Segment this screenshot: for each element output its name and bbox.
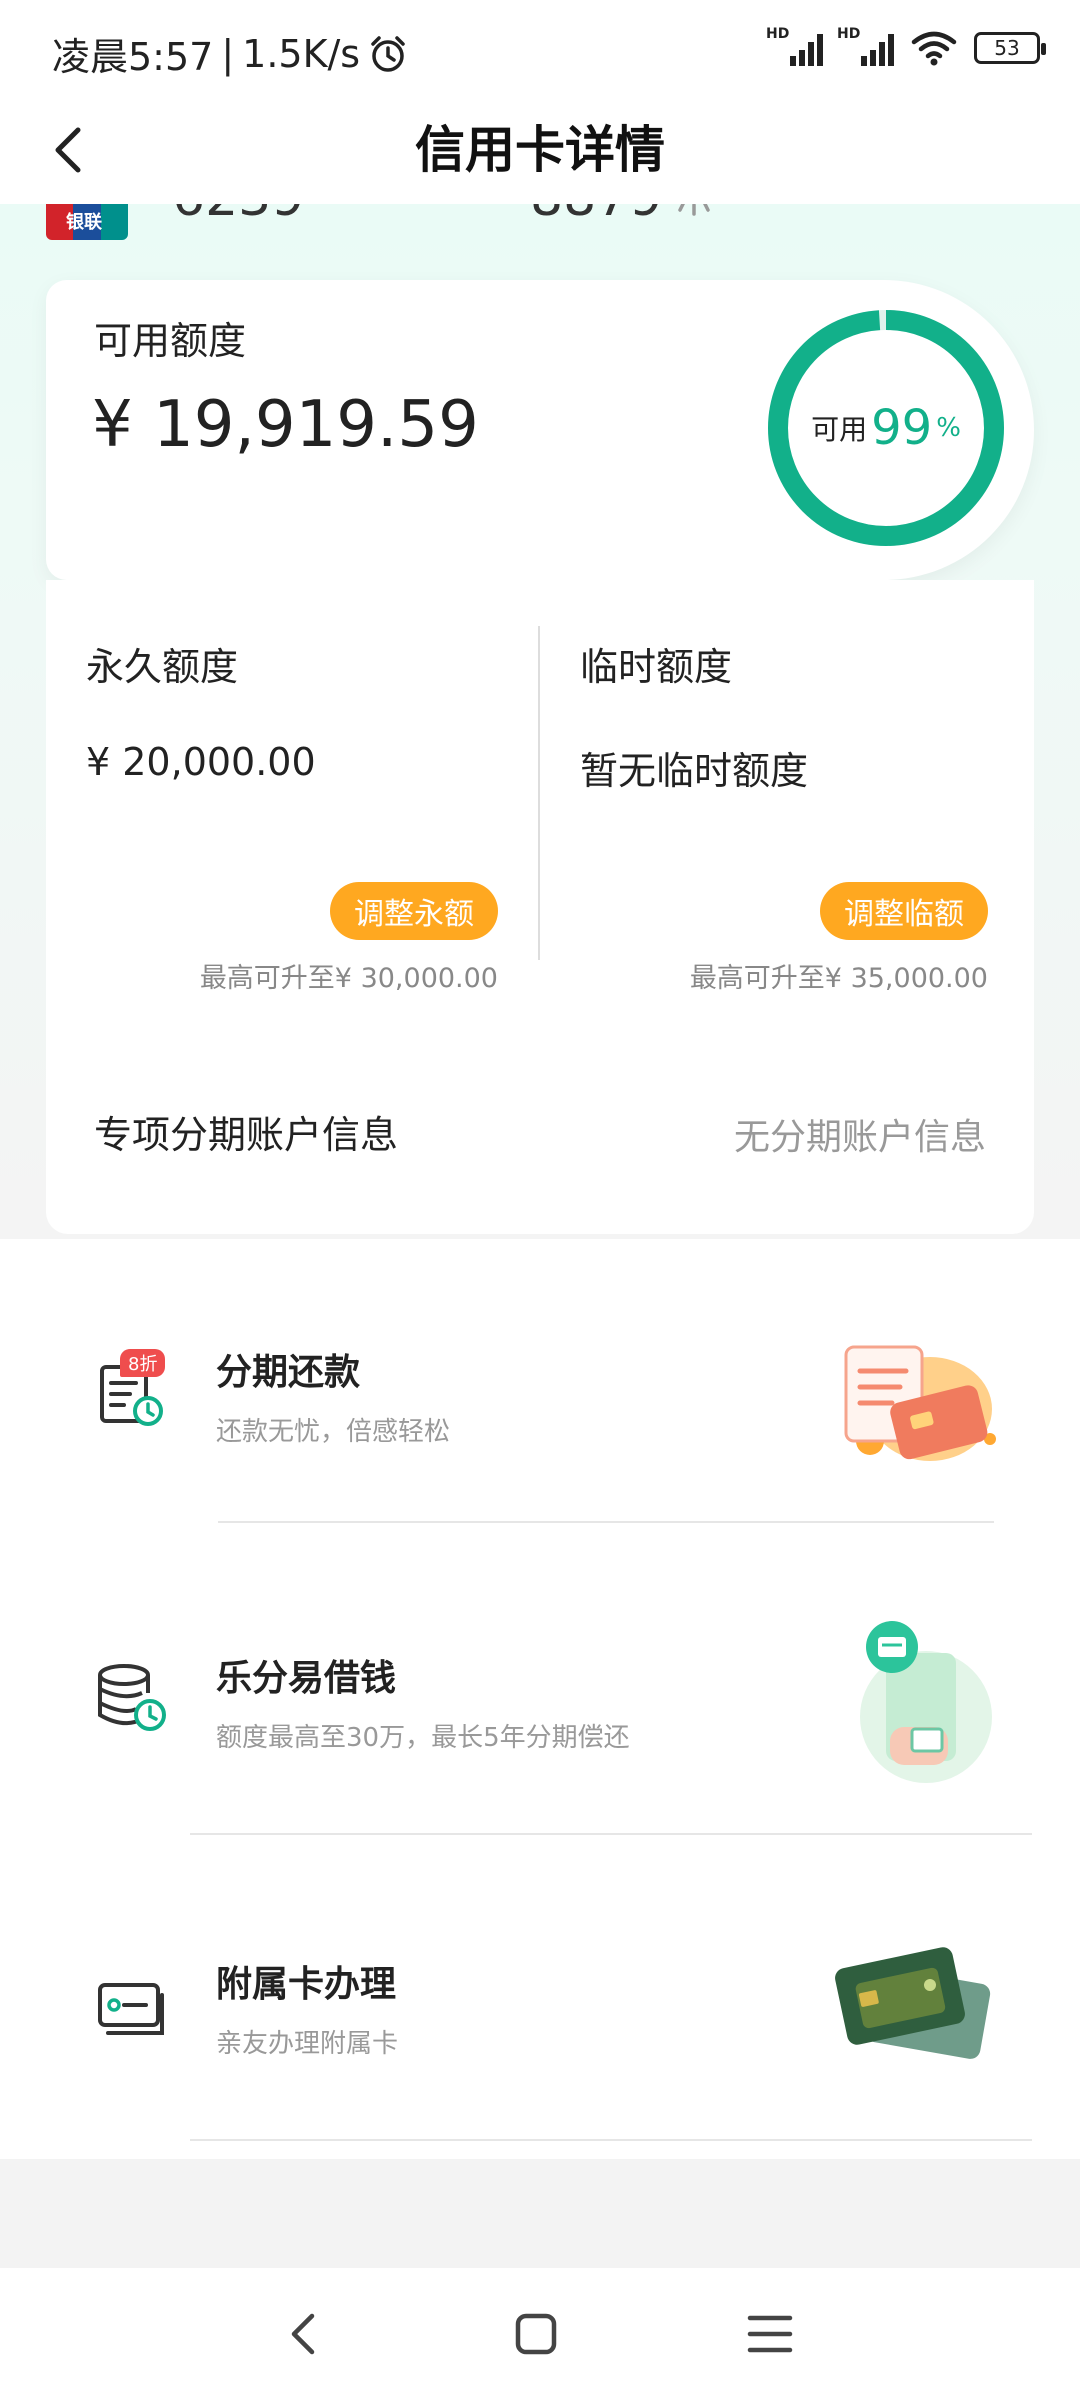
discount-badge: 8折 (120, 1349, 166, 1377)
bill-clock-icon: 8折 (96, 1349, 170, 1431)
credit-summary-area: 银联 6239 8879 可用额度 ¥ 19,919.59 可用 99 % 永久… (0, 204, 1080, 1239)
installment-account-row[interactable]: 专项分期账户信息 无分期账户信息 (46, 1064, 1034, 1202)
adjust-temporary-limit-button[interactable]: 调整临额 (820, 882, 988, 940)
installment-account-title: 专项分期账户信息 (94, 1113, 399, 1157)
card-info-strip: 银联 6239 8879 (0, 204, 1080, 264)
available-percent-text: 可用 99 % (766, 308, 1006, 548)
status-left: 凌晨5:57 | 1.5K/s (52, 26, 408, 81)
services-list: 8折 分期还款 还款无忧，倍感轻松 乐分易借钱 额度最高至30万，最长5年分期偿… (0, 1239, 1080, 2159)
card-number-part1: 6239 (172, 204, 304, 228)
status-separator: | (221, 31, 235, 76)
temporary-limit-title: 临时额度 (580, 645, 733, 689)
nav-menu-icon[interactable] (738, 2302, 802, 2366)
wifi-icon (911, 31, 957, 66)
alarm-clock-icon (371, 35, 405, 72)
service-subtitle: 还款无忧，倍感轻松 (216, 1417, 451, 1447)
ring-percent-unit: % (936, 413, 961, 443)
available-credit-card: 可用额度 ¥ 19,919.59 可用 99 % (46, 280, 1034, 580)
temporary-limit-value: 暂无临时额度 (580, 749, 809, 793)
ring-label: 可用 (811, 413, 868, 446)
unionpay-text: 银联 (66, 212, 102, 233)
temporary-limit-hint: 最高可升至¥ 35,000.00 (689, 963, 988, 994)
signal-icon: HD (766, 26, 823, 66)
unionpay-logo: 银联 (46, 204, 128, 240)
service-divider (190, 1833, 1032, 1835)
signal-hd-label: HD (766, 26, 790, 42)
signal-hd-label-2: HD (837, 26, 861, 42)
battery-icon: 53 (974, 32, 1046, 64)
eye-closed-icon[interactable] (672, 204, 716, 220)
status-bar: 凌晨5:57 | 1.5K/s HD HD 53 (0, 0, 1080, 100)
page-title: 信用卡详情 (415, 121, 665, 179)
permanent-limit-section: 永久额度 ¥ 20,000.00 调整永额 最高可升至¥ 30,000.00 (46, 580, 540, 1000)
service-divider (190, 2139, 1032, 2141)
service-title: 乐分易借钱 (216, 1658, 397, 1699)
service-subtitle: 额度最高至30万，最长5年分期偿还 (216, 1723, 630, 1753)
service-divider (218, 1521, 994, 1523)
nav-back-icon[interactable] (272, 2302, 336, 2366)
card-number-part2: 8879 (530, 204, 662, 228)
phone-card-illustration (860, 1621, 992, 1783)
credit-card-illustration (835, 1947, 991, 2059)
temporary-limit-section: 临时额度 暂无临时额度 调整临额 最高可升至¥ 35,000.00 (540, 580, 1034, 1000)
permanent-limit-value: ¥ 20,000.00 (86, 740, 316, 784)
system-nav-bar (0, 2268, 1080, 2400)
app-header: 信用卡详情 (0, 100, 1080, 204)
available-credit-label: 可用额度 (94, 319, 247, 363)
service-title: 分期还款 (216, 1352, 361, 1393)
battery-level: 53 (994, 36, 1020, 60)
permanent-limit-title: 永久额度 (86, 645, 239, 689)
bill-card-illustration (844, 1345, 996, 1461)
service-subtitle: 亲友办理附属卡 (216, 2029, 399, 2059)
card-icon (96, 1969, 170, 2043)
permanent-limit-hint: 最高可升至¥ 30,000.00 (199, 963, 498, 994)
nav-home-icon[interactable] (504, 2302, 568, 2366)
adjust-permanent-limit-button[interactable]: 调整永额 (330, 882, 498, 940)
service-title: 附属卡办理 (216, 1964, 397, 2005)
status-time: 凌晨5:57 (52, 35, 214, 79)
service-supplementary-card[interactable]: 附属卡办理 亲友办理附属卡 (0, 1851, 1080, 2157)
status-speed: 1.5K/s (242, 31, 361, 76)
installment-account-value: 无分期账户信息 (733, 1117, 986, 1158)
status-right: HD HD 53 (766, 26, 1046, 66)
service-loan[interactable]: 乐分易借钱 额度最高至30万，最长5年分期偿还 (0, 1545, 1080, 1851)
coins-clock-icon (96, 1661, 170, 1735)
signal-icon-2: HD (837, 26, 894, 66)
ring-percent: 99 (871, 400, 933, 456)
available-credit-amount: ¥ 19,919.59 (92, 388, 479, 462)
service-installment-repayment[interactable]: 8折 分期还款 还款无忧，倍感轻松 (0, 1239, 1080, 1545)
